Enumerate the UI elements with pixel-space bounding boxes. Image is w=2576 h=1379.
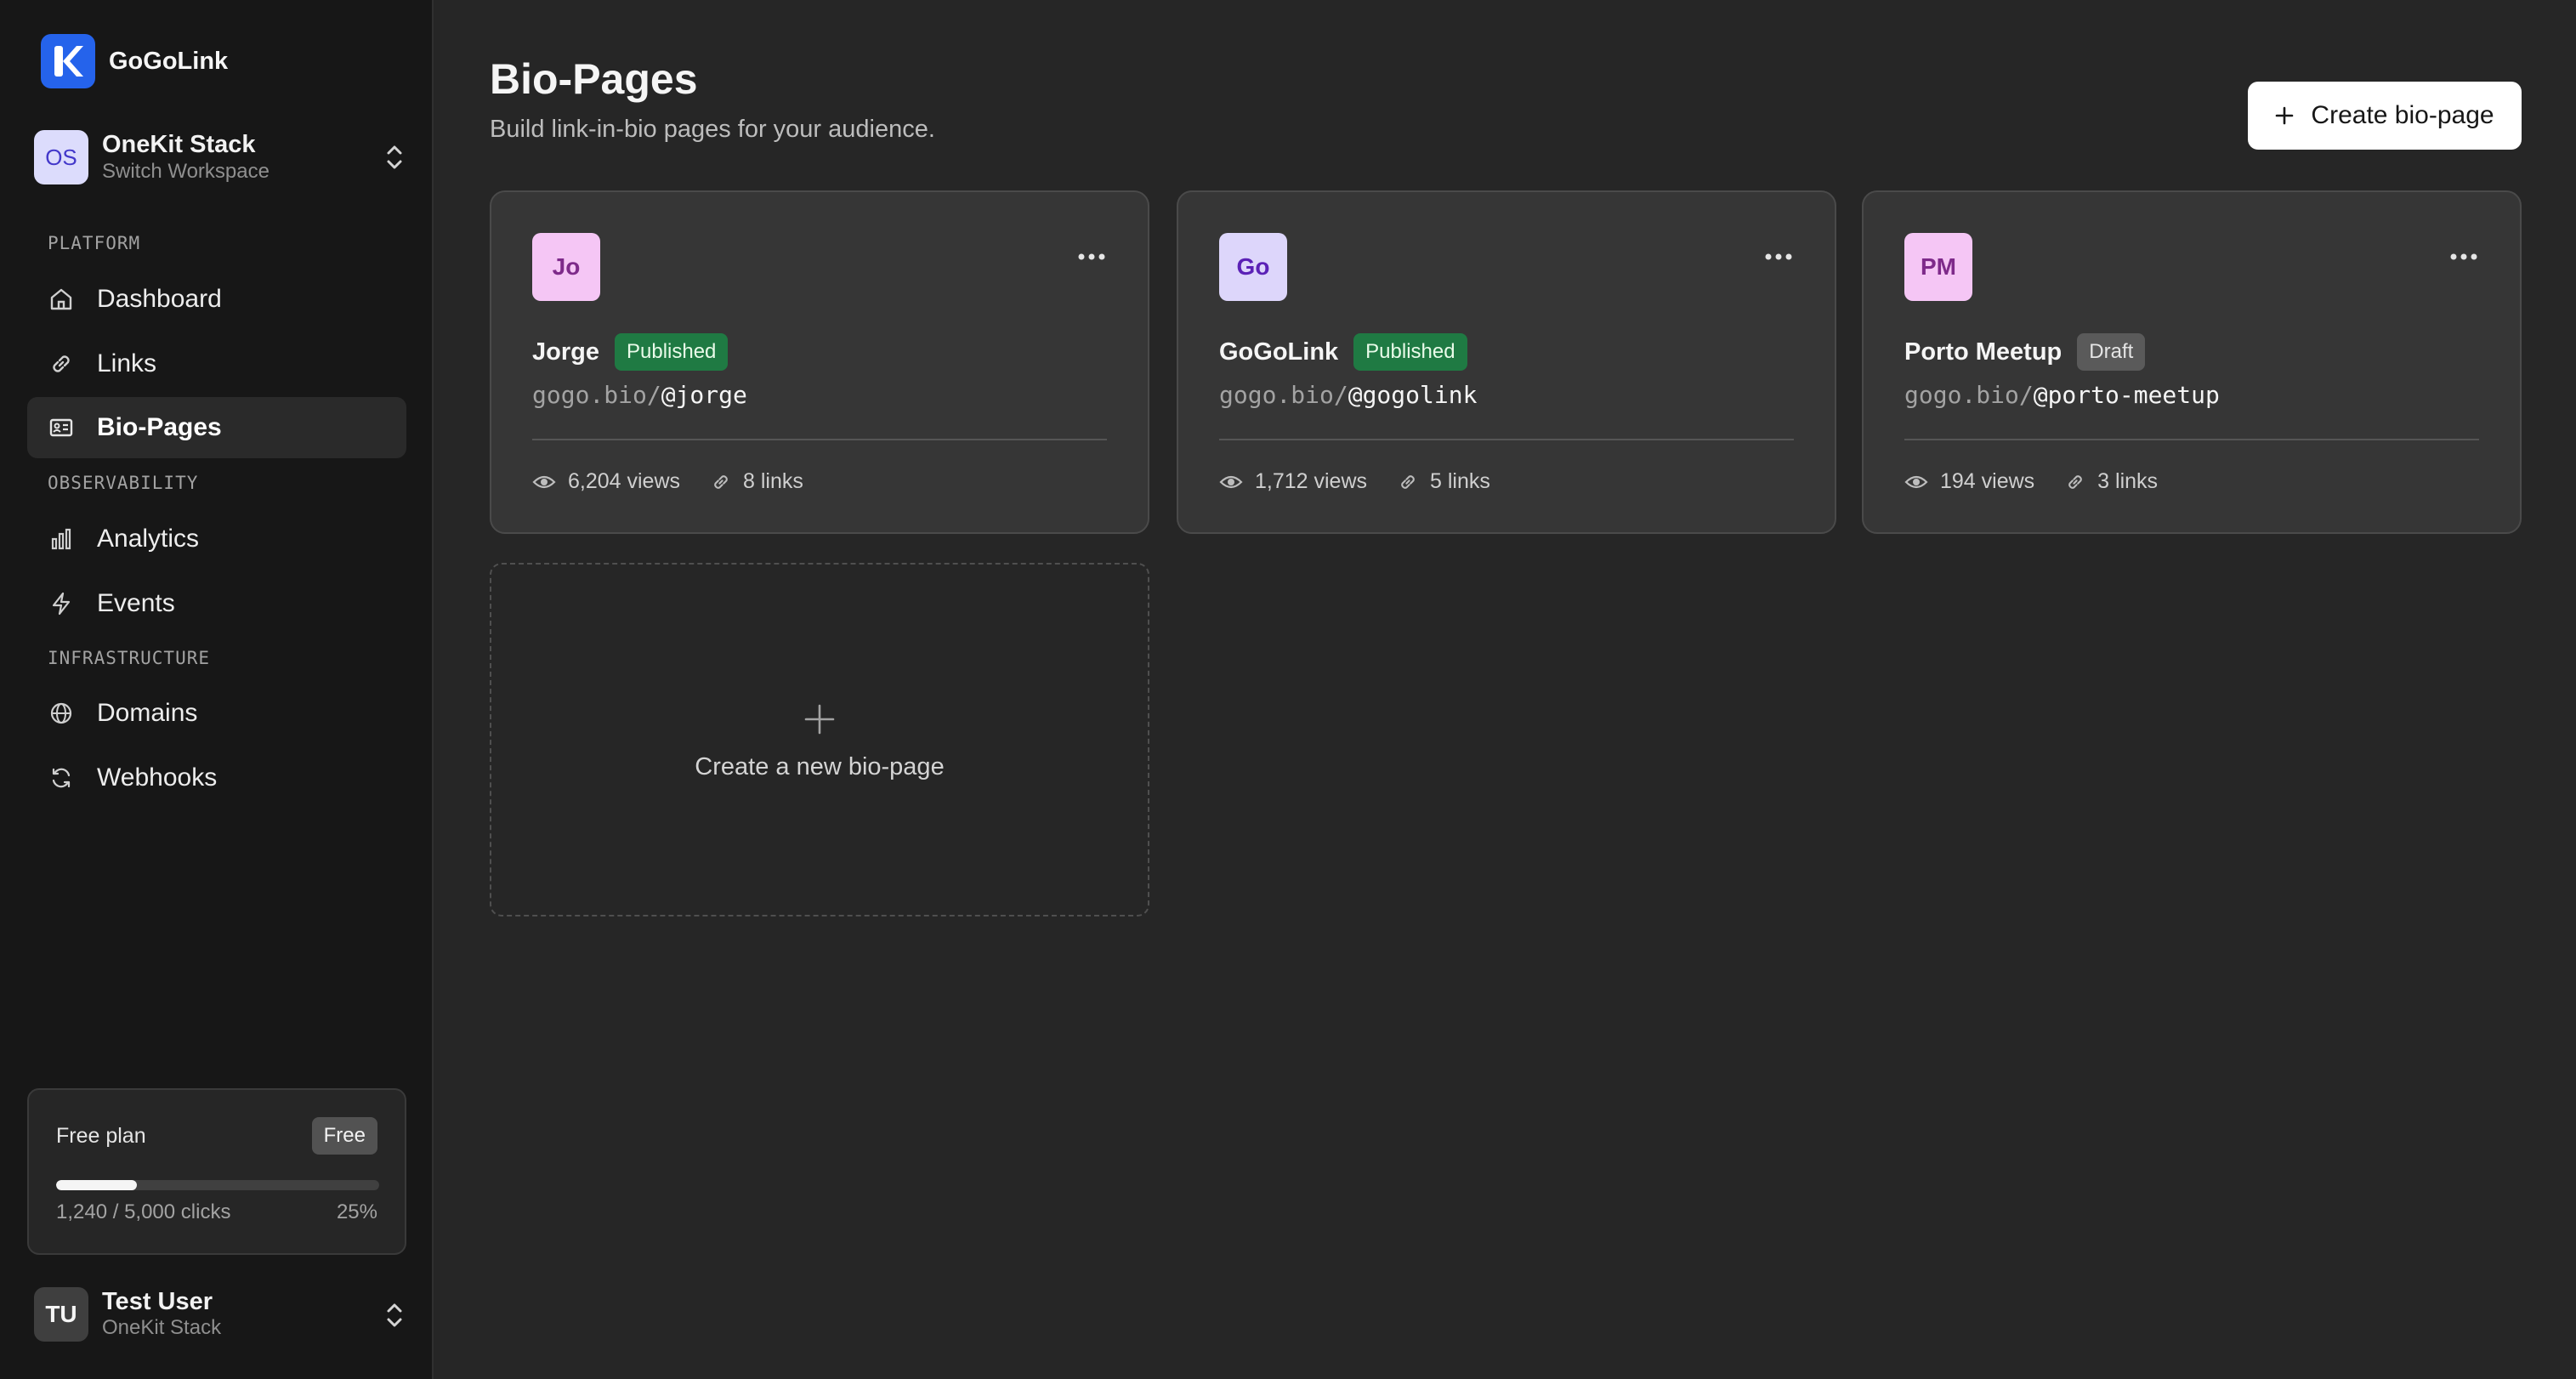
eye-icon [1219,475,1243,488]
links-count: 3 links [2097,469,2159,493]
card-avatar: PM [1904,233,1972,301]
card-url[interactable]: gogo.bio/@porto-meetup [1904,381,2220,409]
plan-usage: 1,240 / 5,000 clicks [56,1200,231,1223]
sidebar-item-bio-pages[interactable]: Bio-Pages [27,397,406,458]
link-icon [48,350,75,377]
card-avatar: Go [1219,233,1287,301]
plus-icon [804,704,835,735]
links-count: 5 links [1430,469,1490,493]
section-label-observability: OBSERVABILITY [48,473,199,493]
globe-icon [48,700,75,727]
url-prefix: gogo.bio/ [1219,381,1348,409]
sidebar-item-label: Events [97,589,175,617]
url-handle: @porto-meetup [2033,381,2220,409]
card-avatar: Jo [532,233,600,301]
user-avatar: TU [34,1287,88,1342]
sidebar-item-label: Webhooks [97,763,218,792]
sidebar-item-dashboard[interactable]: Dashboard [27,269,406,330]
card-name: Jorge [532,338,599,366]
bio-page-card[interactable]: Jo Jorge Published gogo.bio/@jorge 6,204… [490,190,1149,534]
chevron-up-down-icon [387,1303,402,1327]
status-badge: Published [1353,333,1467,371]
plan-card: Free plan Free 1,240 / 5,000 clicks 25% [27,1088,406,1255]
brand[interactable]: GoGoLink [41,34,228,88]
sidebar-item-label: Links [97,349,157,377]
workspace-switcher[interactable]: OS OneKit Stack Switch Workspace [34,129,408,185]
create-bio-page-button[interactable]: Create bio-page [2248,82,2522,150]
status-badge: Published [614,333,729,371]
link-icon [2068,474,2082,489]
eye-icon [1904,475,1928,488]
card-divider [1904,439,2479,440]
views-count: 6,204 views [568,469,681,493]
sidebar-item-label: Analytics [97,525,200,553]
url-handle: @jorge [661,381,747,409]
bar-chart-icon [48,525,75,553]
eye-icon [532,475,556,488]
url-prefix: gogo.bio/ [532,381,661,409]
plan-percent: 25% [336,1200,377,1223]
plan-badge: Free [311,1117,377,1155]
more-options-icon[interactable] [2448,252,2479,262]
url-prefix: gogo.bio/ [1904,381,2034,409]
workspace-subtitle: Switch Workspace [102,160,270,183]
workspace-avatar: OS [34,130,88,184]
sidebar-item-domains[interactable]: Domains [27,683,406,744]
plan-progress-bar [56,1180,379,1190]
url-handle: @gogolink [1348,381,1478,409]
bio-page-card[interactable]: Go GoGoLink Published gogo.bio/@gogolink… [1177,190,1836,534]
links-count: 8 links [743,469,803,493]
plan-title: Free plan [56,1124,146,1148]
sidebar-item-label: Domains [97,699,198,727]
card-name: GoGoLink [1219,338,1339,366]
home-icon [48,286,75,313]
card-url[interactable]: gogo.bio/@gogolink [1219,381,1477,409]
user-name: Test User [102,1288,213,1315]
sidebar-item-webhooks[interactable]: Webhooks [27,747,406,809]
section-label-infrastructure: INFRASTRUCTURE [48,648,211,668]
sidebar-item-analytics[interactable]: Analytics [27,508,406,570]
views-count: 1,712 views [1255,469,1368,493]
user-subtitle: OneKit Stack [102,1316,222,1339]
plus-icon [2276,106,2294,125]
sidebar-item-events[interactable]: Events [27,573,406,634]
user-menu[interactable]: TU Test User OneKit Stack [34,1287,408,1342]
more-options-icon[interactable] [1763,252,1794,262]
card-divider [1219,439,1794,440]
sidebar-item-label: Bio-Pages [97,413,222,441]
brand-name: GoGoLink [109,47,229,75]
sidebar: GoGoLink OS OneKit Stack Switch Workspac… [0,0,434,1379]
brand-logo-icon [41,34,95,88]
page-title: Bio-Pages [490,55,698,103]
section-label-platform: PLATFORM [48,233,141,253]
bio-page-card[interactable]: PM Porto Meetup Draft gogo.bio/@porto-me… [1862,190,2522,534]
page-subtitle: Build link-in-bio pages for your audienc… [490,116,935,143]
workspace-name: OneKit Stack [102,131,256,158]
views-count: 194 views [1940,469,2035,493]
sidebar-item-links[interactable]: Links [27,333,406,394]
status-badge: Draft [2077,333,2146,371]
create-new-bio-page-card[interactable]: Create a new bio-page [490,563,1149,916]
chevron-up-down-icon [387,145,402,169]
card-name: Porto Meetup [1904,338,2063,366]
bolt-icon [48,590,75,617]
sidebar-item-label: Dashboard [97,285,222,313]
link-icon [714,474,728,489]
plan-progress-fill [56,1180,137,1190]
more-options-icon[interactable] [1076,252,1107,262]
link-icon [1401,474,1415,489]
create-bio-page-label: Create bio-page [2311,101,2494,129]
card-divider [532,439,1107,440]
card-url[interactable]: gogo.bio/@jorge [532,381,747,409]
refresh-icon [48,764,75,792]
id-card-icon [48,414,75,441]
create-new-bio-page-label: Create a new bio-page [695,753,945,780]
